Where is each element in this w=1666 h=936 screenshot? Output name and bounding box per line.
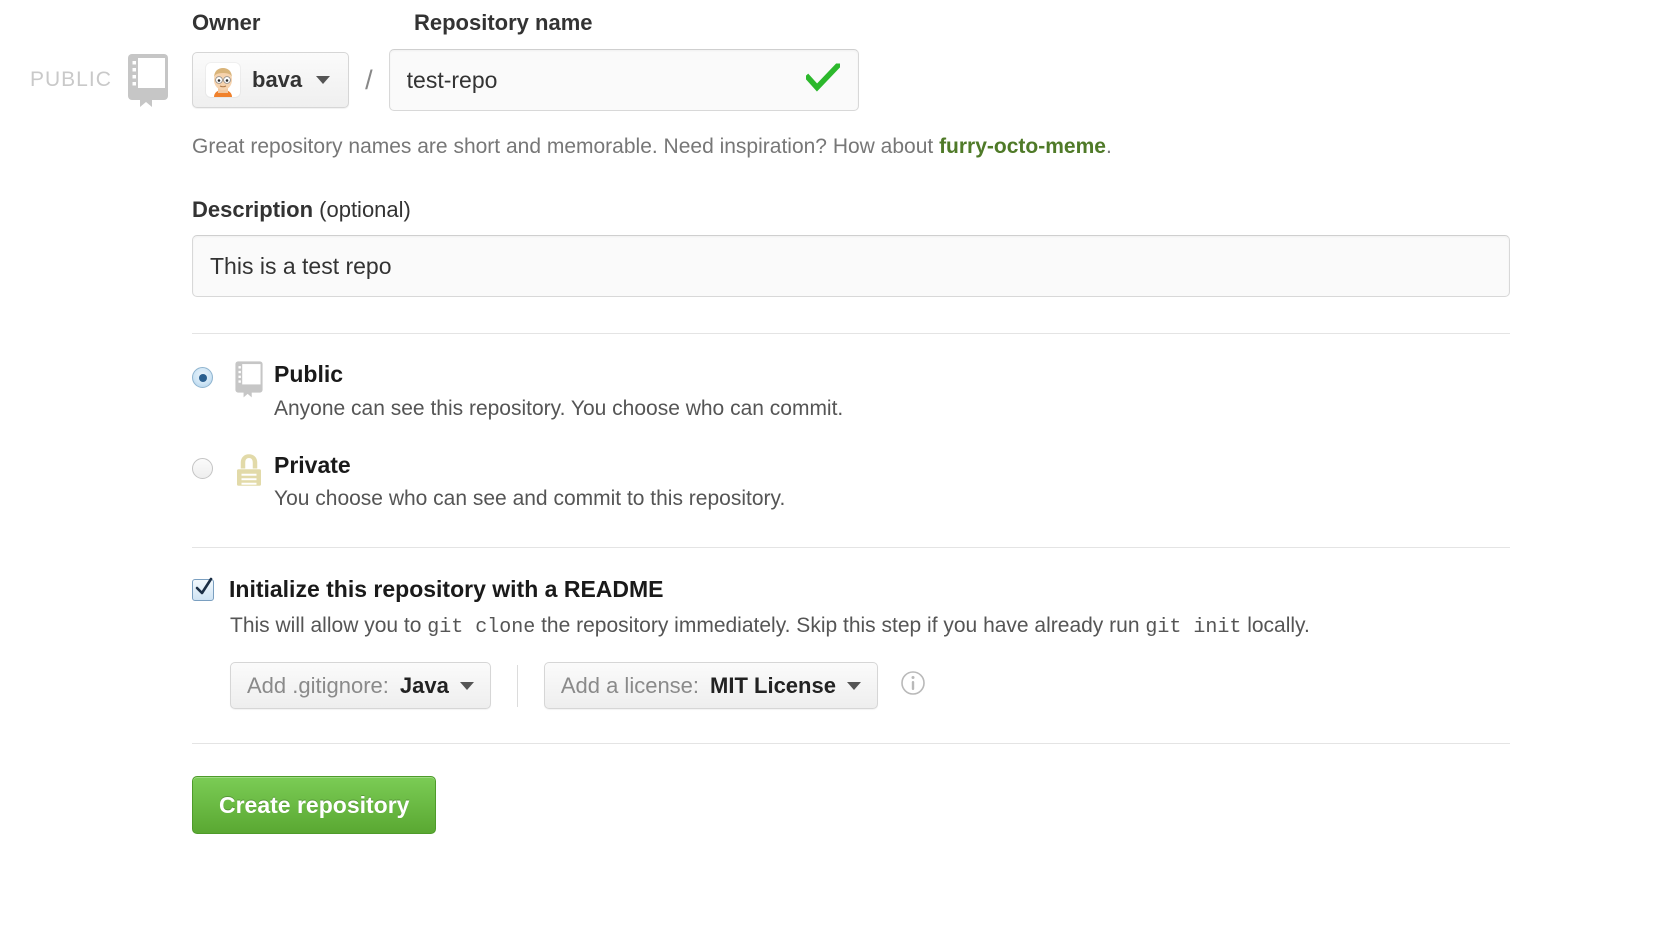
license-dropdown-value: MIT License xyxy=(710,672,836,698)
divider-before-submit xyxy=(192,743,1510,745)
description-input-wrap[interactable] xyxy=(192,235,1510,298)
visibility-public-title: Public xyxy=(274,361,344,388)
chevron-down-icon xyxy=(316,76,331,84)
owner-name-separator: / xyxy=(365,64,373,95)
chevron-down-icon xyxy=(846,681,861,690)
visibility-public-text: Public Anyone can see this repository. Y… xyxy=(274,361,843,421)
repository-name-input[interactable] xyxy=(406,66,841,94)
license-dropdown-button[interactable]: Add a license: MIT License xyxy=(543,662,878,710)
visibility-private-text: Private You choose who can see and commi… xyxy=(274,452,785,512)
suggested-repo-name[interactable]: furry-octo-meme xyxy=(939,135,1106,158)
visibility-private-title: Private xyxy=(274,451,351,478)
description-label-main: Description xyxy=(192,197,314,223)
readme-code-git-init: git init xyxy=(1145,616,1242,640)
readme-title: Initialize this repository with a README xyxy=(229,576,664,603)
description-label: Description (optional) xyxy=(192,197,1512,223)
field-labels-row: Owner Repository name xyxy=(192,0,1512,36)
repository-name-input-wrap[interactable] xyxy=(388,49,859,111)
visibility-badge-label: PUBLIC xyxy=(30,68,112,91)
readme-code-git-clone: git clone xyxy=(427,616,536,640)
template-dropdowns-row: Add .gitignore: Java Add a license: MIT … xyxy=(230,662,1512,710)
form-column: Owner Repository name bava / test-repo G… xyxy=(192,0,1512,835)
create-repository-button-label: Create repository xyxy=(219,791,410,818)
radio-private[interactable] xyxy=(192,457,213,479)
create-repository-form: PUBLIC Owner Repository name bava / test… xyxy=(0,0,1666,936)
readme-desc-part2: the repository immediately. Skip this st… xyxy=(535,614,1146,638)
repo-book-icon xyxy=(234,360,264,403)
readme-checkbox-row[interactable]: Initialize this repository with a README xyxy=(192,576,1512,603)
lock-icon xyxy=(234,451,264,494)
check-icon xyxy=(195,577,213,604)
repository-name-hint: Great repository names are short and mem… xyxy=(192,134,1512,159)
visibility-option-private[interactable]: Private You choose who can see and commi… xyxy=(192,451,1512,512)
visibility-badge: PUBLIC xyxy=(30,52,170,108)
repo-book-icon xyxy=(126,52,170,108)
chevron-down-icon xyxy=(459,681,474,690)
visibility-public-description: Anyone can see this repository. You choo… xyxy=(274,396,844,420)
readme-checkbox[interactable] xyxy=(192,577,214,604)
radio-public[interactable] xyxy=(192,367,213,389)
gitignore-dropdown-value: Java xyxy=(399,672,449,698)
owner-name: bava xyxy=(252,67,303,92)
green-check-icon xyxy=(803,61,842,97)
readme-description: This will allow you to git clone the rep… xyxy=(230,613,1512,640)
gitignore-dropdown-prefix: Add .gitignore: xyxy=(247,672,389,698)
license-dropdown-prefix: Add a license: xyxy=(560,672,700,698)
divider-after-visibility xyxy=(192,547,1510,549)
description-input[interactable] xyxy=(210,252,1492,280)
repository-name-label: Repository name xyxy=(414,10,593,35)
hint-text-before: Great repository names are short and mem… xyxy=(192,135,940,158)
hint-text-after: . xyxy=(1105,135,1112,158)
readme-section: Initialize this repository with a README… xyxy=(192,576,1512,710)
dropdown-divider xyxy=(516,664,518,707)
owner-and-name-row: bava / xyxy=(192,49,1512,111)
readme-desc-part1: This will allow you to xyxy=(230,614,428,638)
gitignore-dropdown-button[interactable]: Add .gitignore: Java xyxy=(230,662,491,710)
description-label-optional: (optional) xyxy=(313,197,411,223)
readme-desc-part3: locally. xyxy=(1241,614,1310,638)
divider-after-description xyxy=(192,333,1510,335)
owner-dropdown-button[interactable]: bava xyxy=(192,52,350,108)
visibility-private-description: You choose who can see and commit to thi… xyxy=(274,487,786,511)
owner-label: Owner xyxy=(192,10,261,35)
visibility-option-public[interactable]: Public Anyone can see this repository. Y… xyxy=(192,360,1512,421)
create-repository-button[interactable]: Create repository xyxy=(192,776,437,835)
info-icon[interactable] xyxy=(900,670,926,701)
avatar xyxy=(206,63,240,97)
visibility-options: Public Anyone can see this repository. Y… xyxy=(192,360,1512,511)
